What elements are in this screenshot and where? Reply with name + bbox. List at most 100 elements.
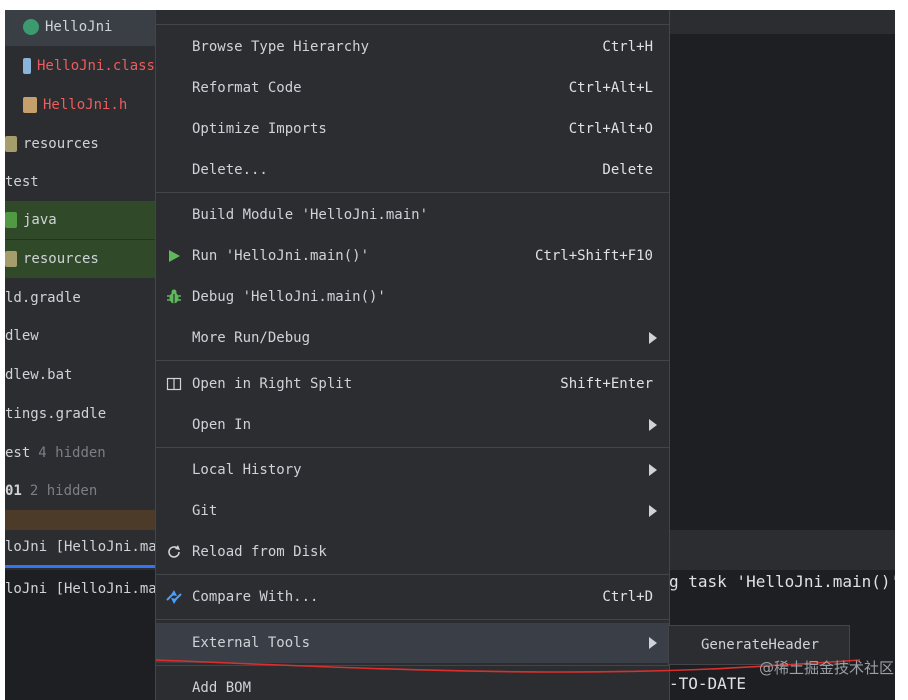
menu-separator xyxy=(156,192,669,193)
run-icon xyxy=(165,247,183,265)
tree-item-label: HelloJni xyxy=(45,19,113,35)
console-line: -TO-DATE xyxy=(669,674,747,693)
console-line: g task 'HelloJni.main()' xyxy=(669,572,895,591)
menu-item-label: More Run/Debug xyxy=(192,330,311,346)
tree-item-label: dlew.bat xyxy=(5,367,73,383)
submenu-arrow-icon xyxy=(649,505,657,517)
header-file-icon xyxy=(23,97,37,113)
menu-item-local-history[interactable]: Local History xyxy=(156,450,669,490)
watermark: @稀土掘金技术社区 xyxy=(758,659,894,677)
menu-item-debug[interactable]: Debug 'HelloJni.main()' xyxy=(156,277,669,317)
tree-item-label: resources xyxy=(23,136,99,152)
menu-item-label: Delete... xyxy=(192,162,268,178)
run-tree-item[interactable]: loJni [HelloJni.ma xyxy=(5,581,157,597)
menu-item-shortcut: Delete xyxy=(602,162,653,178)
tree-item-resources[interactable]: resources xyxy=(5,125,155,163)
tree-item-hellojni[interactable]: HelloJni xyxy=(5,10,155,46)
menu-item-browse-type-hierarchy[interactable]: Browse Type Hierarchy Ctrl+H xyxy=(156,27,669,67)
menu-item-build-module[interactable]: Build Module 'HelloJni.main' xyxy=(156,195,669,235)
reload-icon xyxy=(165,543,183,561)
debug-icon xyxy=(165,288,183,306)
submenu-item-generate-header[interactable]: GenerateHeader xyxy=(701,637,819,653)
tree-item-java[interactable]: java xyxy=(5,201,155,239)
hidden-count: 2 hidden xyxy=(29,483,98,499)
submenu-arrow-icon xyxy=(649,332,657,344)
tree-item-hellojni-h[interactable]: HelloJni.h xyxy=(5,86,155,124)
tree-item-label: 01 xyxy=(5,483,22,499)
tree-item-01-hidden[interactable]: 01 2 hidden xyxy=(5,472,155,510)
menu-item-shortcut: Ctrl+H xyxy=(602,39,653,55)
menu-item-label: Git xyxy=(192,503,218,519)
compare-icon xyxy=(165,588,183,606)
submenu-arrow-icon xyxy=(649,419,657,431)
menu-item-label: Open in Right Split xyxy=(192,376,353,392)
menu-item-shortcut: Ctrl+Alt+O xyxy=(568,121,653,137)
run-tab[interactable]: loJni [HelloJni.ma xyxy=(5,539,157,555)
tree-item-label: tings.gradle xyxy=(5,406,107,422)
menu-item-reformat-code[interactable]: Reformat Code Ctrl+Alt+L xyxy=(156,68,669,108)
submenu-arrow-icon xyxy=(649,637,657,649)
menu-separator xyxy=(156,24,669,25)
menu-item-open-in[interactable]: Open In xyxy=(156,405,669,445)
menu-item-label: External Tools xyxy=(192,635,311,651)
menu-item-more-run-debug[interactable]: More Run/Debug xyxy=(156,318,669,358)
tree-item-gradlew-bat[interactable]: dlew.bat xyxy=(5,356,155,394)
menu-item-label: Build Module 'HelloJni.main' xyxy=(192,207,429,223)
tree-item-test-hidden[interactable]: est 4 hidden xyxy=(5,434,155,472)
split-icon xyxy=(165,375,183,393)
submenu-arrow-icon xyxy=(649,464,657,476)
menu-item-shortcut: Ctrl+D xyxy=(602,589,653,605)
tree-item-settings-gradle[interactable]: tings.gradle xyxy=(5,395,155,433)
menu-item-label: Run 'HelloJni.main()' xyxy=(192,248,370,264)
menu-item-optimize-imports[interactable]: Optimize Imports Ctrl+Alt+O xyxy=(156,109,669,149)
class-file-icon xyxy=(23,58,31,74)
menu-item-label: Debug 'HelloJni.main()' xyxy=(192,289,386,305)
menu-item-reload-from-disk[interactable]: Reload from Disk xyxy=(156,532,669,572)
menu-item-label: Open In xyxy=(192,417,252,433)
tree-item-partial xyxy=(5,510,155,530)
tree-item-gradlew[interactable]: dlew xyxy=(5,317,155,355)
tree-item-test-resources[interactable]: resources xyxy=(5,240,155,278)
menu-item-shortcut: Ctrl+Alt+L xyxy=(568,80,653,96)
tree-item-label: test xyxy=(5,174,39,190)
tree-item-label: java xyxy=(23,212,57,228)
menu-item-external-tools[interactable]: External Tools xyxy=(156,623,669,663)
java-folder-icon xyxy=(5,212,17,228)
tree-item-label: dlew xyxy=(5,328,39,344)
menu-separator xyxy=(156,574,669,575)
menu-item-label: Reformat Code xyxy=(192,80,302,96)
hidden-count: 4 hidden xyxy=(38,445,106,461)
menu-item-open-right-split[interactable]: Open in Right Split Shift+Enter xyxy=(156,364,669,404)
tree-item-test[interactable]: test xyxy=(5,163,155,201)
tree-item-build-gradle[interactable]: ld.gradle xyxy=(5,279,155,317)
menu-item-label: Optimize Imports xyxy=(192,121,327,137)
menu-item-compare-with[interactable]: Compare With... Ctrl+D xyxy=(156,577,669,617)
menu-item-label: Browse Type Hierarchy xyxy=(192,39,370,55)
resources-folder-icon xyxy=(5,136,17,152)
menu-item-run[interactable]: Run 'HelloJni.main()' Ctrl+Shift+F10 xyxy=(156,236,669,276)
tree-item-label: est xyxy=(5,445,31,461)
tree-item-label: ld.gradle xyxy=(5,290,81,306)
tree-item-label: HelloJni.class xyxy=(36,58,155,74)
project-tree: HelloJni HelloJni.class HelloJni.h resou… xyxy=(5,10,155,530)
context-menu: Browse Type Hierarchy Ctrl+H Reformat Co… xyxy=(155,10,670,700)
resources-folder-icon xyxy=(5,251,17,267)
class-icon xyxy=(23,19,39,35)
menu-separator xyxy=(156,665,669,666)
menu-item-label: Compare With... xyxy=(192,589,319,605)
menu-item-add-bom[interactable]: Add BOM xyxy=(156,668,669,700)
menu-item-label: Reload from Disk xyxy=(192,544,327,560)
menu-separator xyxy=(156,447,669,448)
tree-item-label: resources xyxy=(23,251,99,267)
menu-separator xyxy=(156,619,669,620)
menu-item-shortcut: Shift+Enter xyxy=(560,376,653,392)
menu-item-delete[interactable]: Delete... Delete xyxy=(156,150,669,190)
menu-item-label: Add BOM xyxy=(192,680,252,696)
menu-item-git[interactable]: Git xyxy=(156,491,669,531)
tree-item-label: HelloJni.h xyxy=(43,97,128,113)
menu-item-shortcut: Ctrl+Shift+F10 xyxy=(534,248,653,264)
active-tab-indicator xyxy=(5,565,155,568)
menu-item-label: Local History xyxy=(192,462,302,478)
tree-item-hellojni-class[interactable]: HelloJni.class xyxy=(5,47,155,85)
menu-separator xyxy=(156,360,669,361)
